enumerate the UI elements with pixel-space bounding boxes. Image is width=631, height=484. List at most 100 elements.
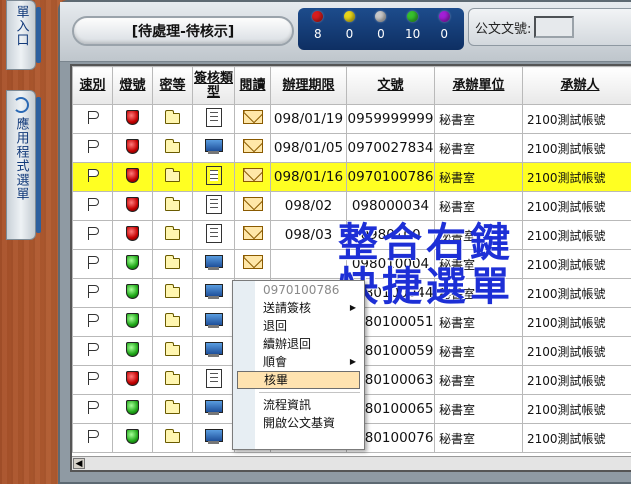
flag-icon	[86, 168, 100, 182]
context-menu: 0970100786 送請簽核 退回 續辦退回 順會 核畢 流程資訊 開啟公文基…	[232, 280, 365, 450]
status-counter[interactable]: 8	[303, 11, 333, 47]
column-header[interactable]: 文號	[346, 66, 435, 105]
status-light-icon	[438, 11, 450, 22]
column-header[interactable]: 密等	[152, 66, 193, 105]
speed-cell	[72, 220, 113, 250]
light-cell	[112, 191, 153, 221]
paper-document-icon	[205, 368, 222, 388]
table-row[interactable]: 098/01/19 0959999999 秘書室 2100測試帳號	[72, 104, 631, 134]
speed-cell	[72, 394, 113, 424]
status-light-icon	[312, 11, 324, 22]
handler-cell: 2100測試帳號	[522, 278, 631, 308]
handler-cell: 2100測試帳號	[522, 162, 631, 192]
envelope-icon	[242, 139, 263, 153]
status-light-icon	[375, 11, 387, 22]
electronic-document-icon	[204, 428, 223, 444]
menu-item-sequential-review[interactable]: 順會	[233, 353, 364, 371]
menu-item-flow-info[interactable]: 流程資訊	[233, 396, 364, 414]
column-header[interactable]: 辦理期限	[270, 66, 347, 105]
light-cell	[112, 423, 153, 453]
status-counter[interactable]: 0	[429, 11, 459, 47]
sign-type-cell	[192, 104, 235, 134]
security-cell	[152, 423, 193, 453]
speed-cell	[72, 133, 113, 163]
flag-icon	[86, 284, 100, 298]
column-header[interactable]: 閱讀	[234, 66, 271, 105]
horizontal-scrollbar[interactable]: ◀	[72, 456, 631, 470]
sign-type-cell	[192, 423, 235, 453]
electronic-document-icon	[204, 283, 223, 299]
sign-type-cell	[192, 394, 235, 424]
security-cell	[152, 336, 193, 366]
sign-type-cell	[192, 365, 235, 395]
menu-item-open-doc-info[interactable]: 開啟公文基資	[233, 414, 364, 432]
scroll-left-arrow-icon[interactable]: ◀	[73, 458, 85, 469]
deadline-cell: 098/03	[270, 220, 347, 250]
handler-cell: 2100測試帳號	[522, 394, 631, 424]
light-cell	[112, 336, 153, 366]
status-counter[interactable]: 0	[366, 11, 396, 47]
flag-icon	[86, 371, 100, 385]
folder-icon	[165, 313, 180, 327]
electronic-document-icon	[204, 341, 223, 357]
doc-number-cell: 0959999999	[346, 104, 435, 134]
sign-type-cell	[192, 133, 235, 163]
envelope-icon	[242, 255, 263, 269]
sign-type-cell	[192, 249, 235, 279]
green-light-icon	[126, 312, 139, 328]
security-cell	[152, 278, 193, 308]
column-header[interactable]: 承辦單位	[434, 66, 523, 105]
table-row[interactable]: 098/01/05 0970027834 秘書室 2100測試帳號	[72, 133, 631, 163]
deadline-cell: 098/02	[270, 191, 347, 221]
tab-app-menu-label: 應用程式選單	[13, 117, 29, 201]
status-count: 8	[313, 27, 322, 41]
electronic-document-icon	[204, 254, 223, 270]
flag-icon	[86, 110, 100, 124]
light-cell	[112, 394, 153, 424]
status-count: 0	[440, 27, 448, 41]
red-light-icon	[126, 225, 139, 241]
sign-type-cell	[192, 307, 235, 337]
unit-cell: 秘書室	[434, 365, 523, 395]
speed-cell	[72, 162, 113, 192]
tab-app-menu[interactable]: 應用程式選單	[6, 90, 41, 240]
menu-item-approve[interactable]: 核畢	[237, 371, 360, 389]
unit-cell: 秘書室	[434, 162, 523, 192]
light-cell	[112, 220, 153, 250]
electronic-document-icon	[204, 138, 223, 154]
handler-cell: 2100測試帳號	[522, 336, 631, 366]
paper-document-icon	[205, 107, 222, 127]
menu-item-continue-return[interactable]: 續辦退回	[233, 335, 364, 353]
status-counter[interactable]: 10	[398, 11, 428, 47]
speed-cell	[72, 307, 113, 337]
column-header[interactable]: 簽核類型	[192, 66, 235, 105]
menu-item-send-approval[interactable]: 送請簽核	[233, 299, 364, 317]
speed-cell	[72, 365, 113, 395]
page-title: [待處理-待核示]	[72, 16, 294, 46]
envelope-icon	[242, 168, 263, 182]
doc-number-input[interactable]	[534, 16, 575, 38]
menu-item-return[interactable]: 退回	[233, 317, 364, 335]
table-row[interactable]: 098/01/16 0970100786 秘書室 2100測試帳號	[72, 162, 631, 192]
column-header[interactable]: 速別	[72, 66, 113, 105]
read-cell	[234, 162, 271, 192]
menu-separator	[259, 392, 360, 393]
status-light-icon	[407, 11, 419, 22]
status-counter[interactable]: 0	[334, 11, 364, 47]
folder-icon	[165, 168, 180, 182]
security-cell	[152, 365, 193, 395]
security-cell	[152, 394, 193, 424]
column-header[interactable]: 承辦人	[522, 66, 631, 105]
handler-cell: 2100測試帳號	[522, 307, 631, 337]
refresh-icon[interactable]	[13, 97, 29, 113]
light-cell	[112, 249, 153, 279]
tab-accent-bar	[36, 97, 41, 233]
sign-type-cell	[192, 336, 235, 366]
sign-type-cell	[192, 162, 235, 192]
column-header[interactable]: 燈號	[112, 66, 153, 105]
electronic-document-icon	[204, 399, 223, 415]
security-cell	[152, 307, 193, 337]
speed-cell	[72, 249, 113, 279]
flag-icon	[86, 400, 100, 414]
tab-single-entry[interactable]: 單入口	[6, 0, 41, 70]
